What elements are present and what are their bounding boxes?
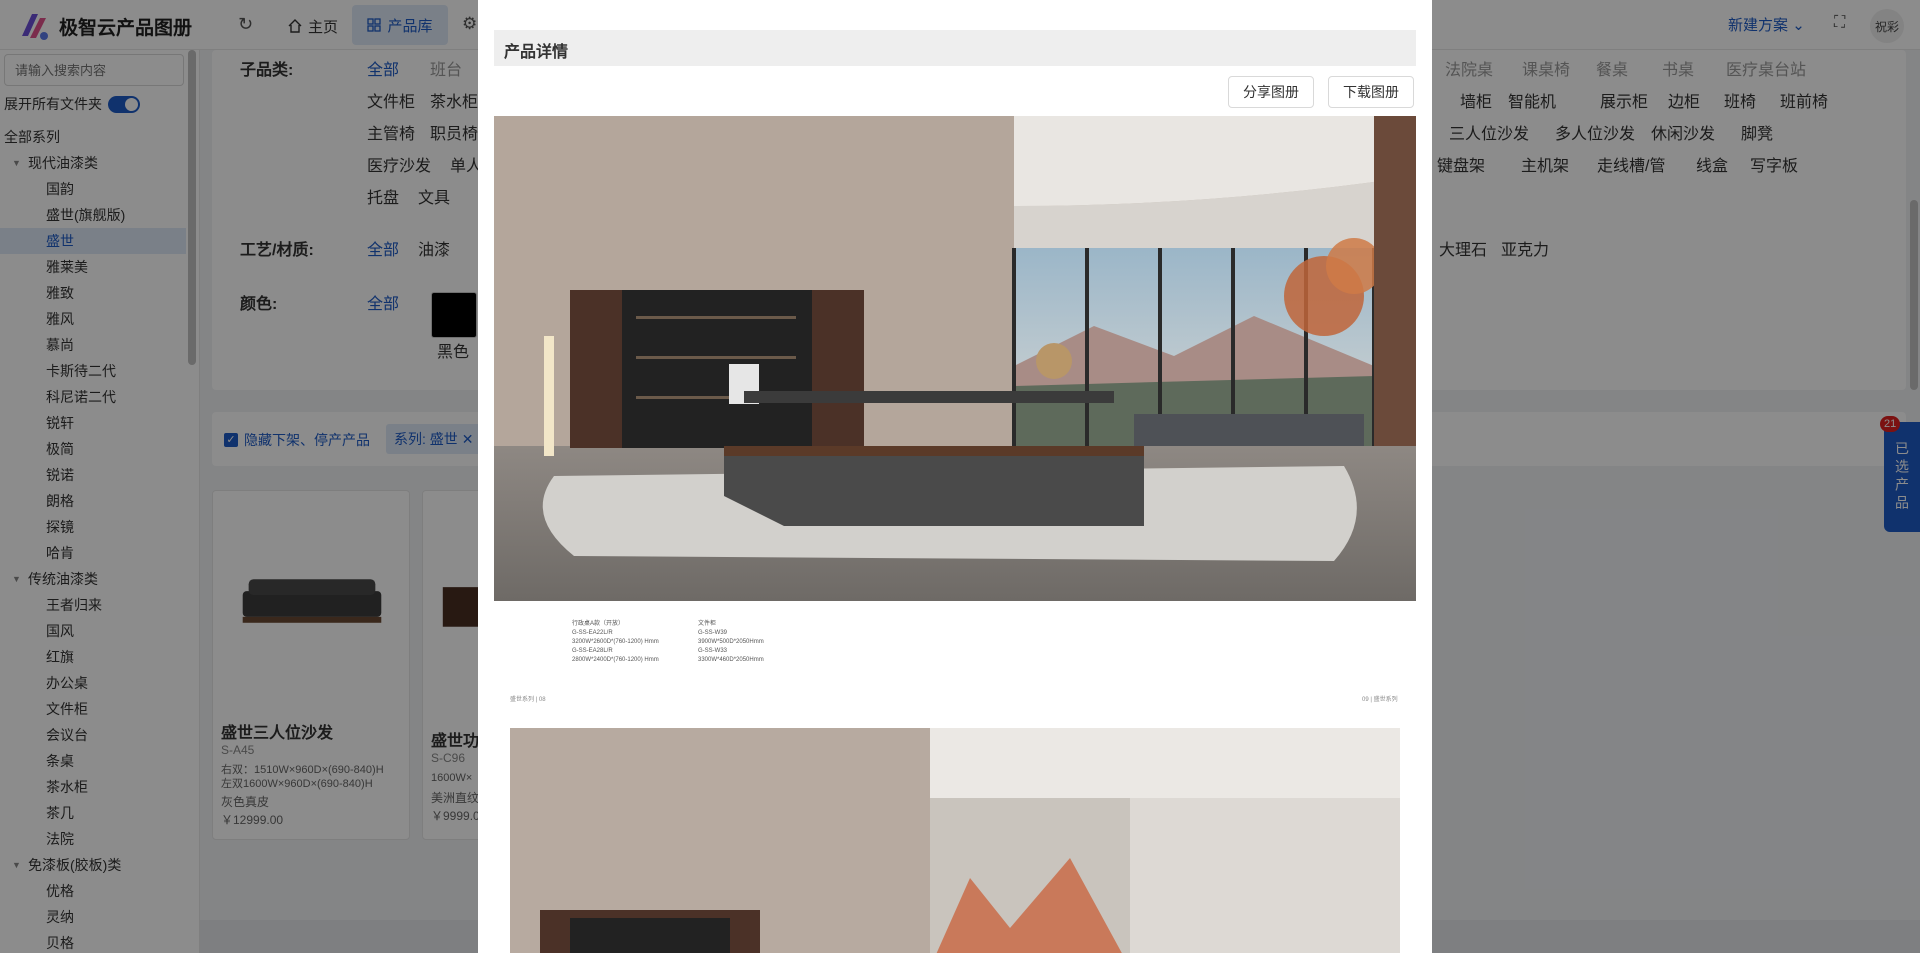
modal-title: 产品详情 <box>504 44 569 61</box>
spec-line: 3200W*2600D*(760-1200) Hmm <box>572 639 659 645</box>
spec-line: 3300W*460D*2050Hmm <box>698 657 764 663</box>
spec-line: G-SS-EA22L/R <box>572 630 613 636</box>
page-number-left: 盛世系列 | 08 <box>510 697 546 703</box>
album-page: 行政桌A款（开放） G-SS-EA22L/R 3200W*2600D*(760-… <box>494 116 1416 716</box>
spec-block: 文件柜 G-SS-W39 3900W*500D*2050Hmm G-SS-W33… <box>698 620 764 665</box>
download-album-button[interactable]: 下载图册 <box>1328 76 1414 108</box>
modal-header: 产品详情 <box>494 30 1416 66</box>
spec-block: 行政桌A款（开放） G-SS-EA22L/R 3200W*2600D*(760-… <box>572 620 659 665</box>
spec-title: 文件柜 <box>698 621 717 627</box>
product-detail-modal: 产品详情 分享图册 下载图册 行政桌A款（开放） G-SS-EA22L/R 32… <box>478 0 1432 953</box>
spec-title: 行政桌A款（开放） <box>572 621 625 627</box>
office-render-image-2 <box>510 728 1400 953</box>
page-number-right: 09 | 盛世系列 <box>1362 697 1398 703</box>
spec-line: 3900W*500D*2050Hmm <box>698 639 764 645</box>
office-render-image <box>494 116 1416 601</box>
share-album-button[interactable]: 分享图册 <box>1228 76 1314 108</box>
spec-line: G-SS-W39 <box>698 630 728 636</box>
spec-line: G-SS-W33 <box>698 648 728 654</box>
spec-line: G-SS-EA28L/R <box>572 648 613 654</box>
spec-line: 2800W*2400D*(760-1200) Hmm <box>572 657 659 663</box>
